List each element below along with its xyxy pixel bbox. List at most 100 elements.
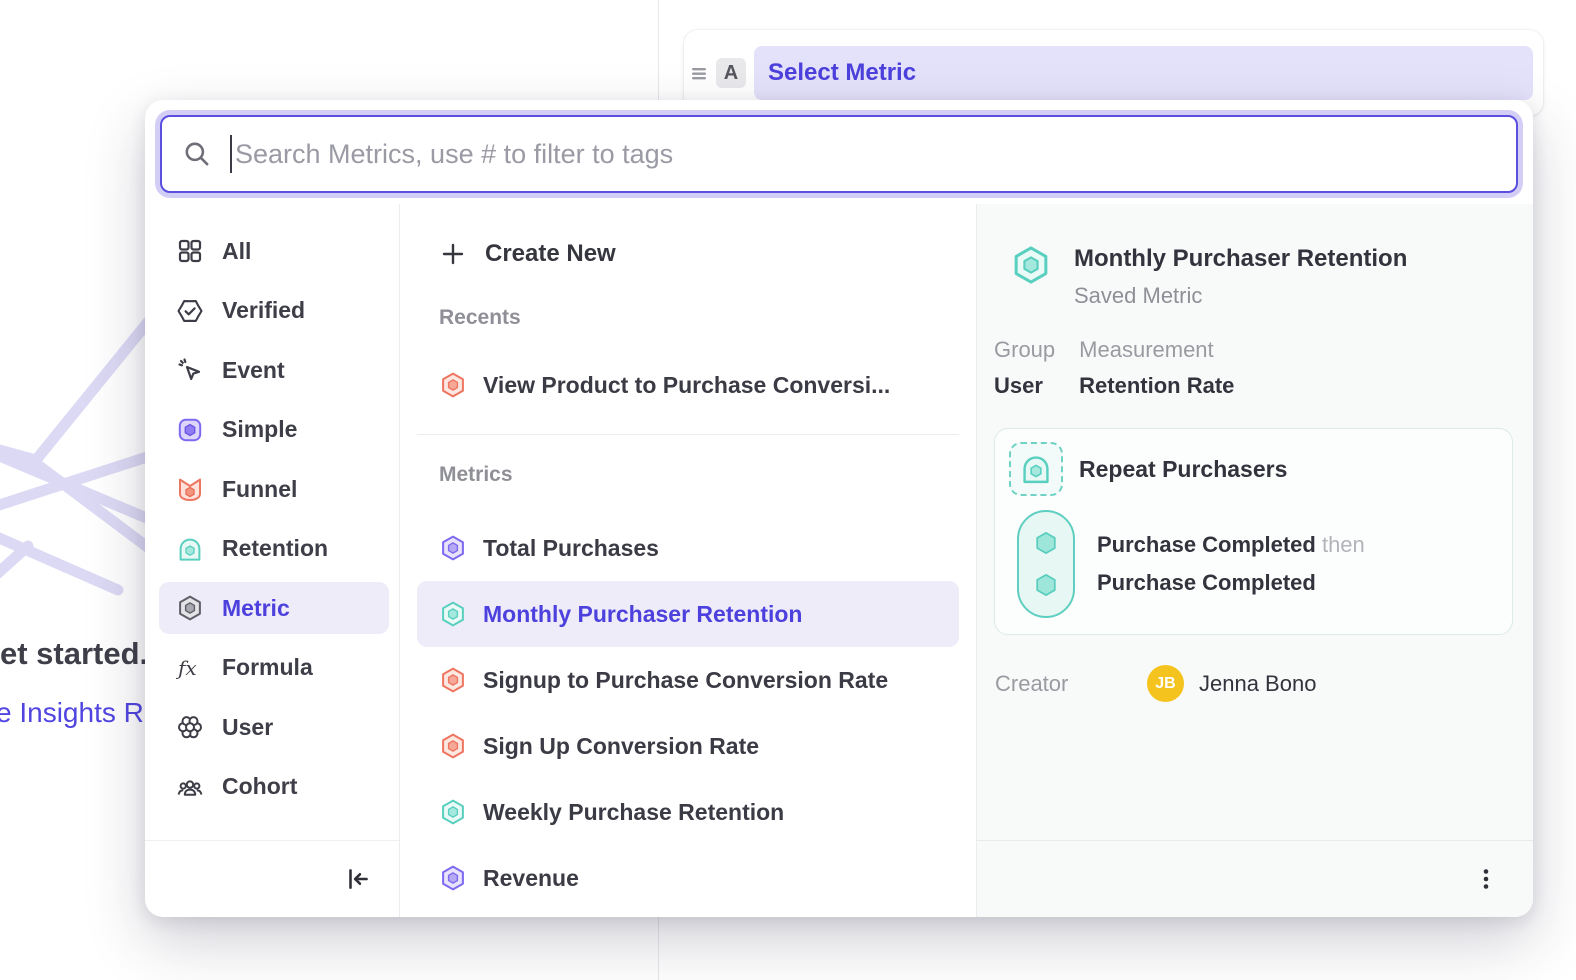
metric-title: Monthly Purchaser Retention (1074, 244, 1407, 274)
sidebar-item-label: Formula (222, 654, 313, 681)
hexagon-icon (439, 371, 467, 399)
metric-list-item-label: Sign Up Conversion Rate (483, 733, 759, 760)
sidebar-item-retention[interactable]: Retention (159, 523, 389, 575)
insights-report-link-fragment[interactable]: e Insights Re (0, 697, 159, 729)
kebab-menu-icon[interactable] (1473, 866, 1499, 892)
measurement-value: Retention Rate (1079, 372, 1234, 400)
create-new-label: Create New (485, 240, 616, 268)
sidebar-item-funnel[interactable]: Funnel (159, 463, 389, 515)
search-box[interactable] (160, 115, 1518, 193)
funnel-step: Purchase Completed then (1097, 530, 1365, 560)
hexagon-icon (439, 732, 467, 760)
hexagon-icon (1031, 570, 1061, 600)
metric-list-item[interactable]: Sign Up Conversion Rate (417, 713, 959, 779)
hexagon-icon (439, 798, 467, 826)
sidebar-item-label: Cohort (222, 773, 297, 800)
filter-list: All Verified Event Simple Funnel Retention Met… (145, 204, 399, 840)
retention-icon (176, 535, 204, 563)
text-caret (230, 135, 232, 173)
sidebar-item-label: Funnel (222, 476, 297, 503)
search-area (145, 100, 1533, 193)
collapse-left-icon[interactable] (343, 864, 373, 894)
group-value: User (994, 372, 1055, 400)
metric-list-item-label: Revenue (483, 865, 579, 892)
definition-name: Repeat Purchasers (1079, 456, 1287, 483)
step-connector: then (1316, 532, 1365, 557)
hexagon-icon (439, 600, 467, 628)
recent-item-label: View Product to Purchase Conversi... (483, 372, 890, 399)
creator-label: Creator (995, 671, 1147, 697)
user-icon (176, 713, 204, 741)
creator-row: Creator JB Jenna Bono (994, 665, 1513, 702)
hexagon-icon (439, 798, 467, 826)
svg-text:ƒx: ƒx (176, 656, 197, 680)
sidebar-item-simple[interactable]: Simple (159, 404, 389, 456)
sidebar-item-label: Metric (222, 595, 290, 622)
creator-name: Jenna Bono (1199, 671, 1316, 697)
metric-list-panel: Create New Recents View Product to Purch… (400, 204, 977, 917)
app-root: et started. e Insights Re A Select Metri… (0, 0, 1576, 980)
hexagon-icon (439, 864, 467, 892)
steps-capsule (1017, 510, 1075, 618)
details-content: Monthly Purchaser Retention Saved Metric… (977, 204, 1533, 840)
definition-card: Repeat Purchasers Purcha (994, 428, 1513, 635)
search-input[interactable] (235, 139, 1496, 170)
hexagon-icon (439, 534, 467, 562)
metric-list-item[interactable]: Monthly Purchaser Retention (417, 581, 959, 647)
sidebar-item-label: Simple (222, 416, 297, 443)
sidebar-item-event[interactable]: Event (159, 344, 389, 396)
metric-list-item[interactable]: Total Purchases (417, 515, 959, 581)
measurement-label: Measurement (1079, 336, 1234, 364)
sidebar-item-user[interactable]: User (159, 701, 389, 753)
sidebar-item-all[interactable]: All (159, 225, 389, 277)
metric-list-item[interactable]: Weekly Purchase Retention (417, 779, 959, 845)
sidebar-item-label: Retention (222, 535, 328, 562)
filter-sidebar: All Verified Event Simple Funnel Retention Met… (145, 204, 400, 917)
hexagon-icon (439, 600, 467, 628)
metric-type-label: Saved Metric (1074, 282, 1407, 310)
metric-list-item-label: Weekly Purchase Retention (483, 799, 784, 826)
list-divider (417, 434, 959, 435)
group-meta: Group User (994, 336, 1055, 400)
hexagon-icon (176, 594, 204, 622)
recents-list: View Product to Purchase Conversi... (417, 352, 959, 418)
sidebar-item-label: All (222, 238, 251, 265)
details-footer (977, 840, 1533, 917)
step-lines: Purchase Completed thenPurchase Complete… (1097, 510, 1365, 618)
create-new-button[interactable]: Create New (417, 226, 959, 282)
sidebar-item-verified[interactable]: Verified (159, 285, 389, 337)
select-metric-button[interactable]: Select Metric (754, 46, 1533, 100)
definition-header: Repeat Purchasers (1009, 442, 1498, 496)
grid-icon (176, 237, 204, 265)
background-headline-fragment: et started. (0, 636, 148, 672)
funnel-icon (176, 475, 204, 503)
metrics-header: Metrics (439, 463, 959, 487)
funnel-step: Purchase Completed (1097, 568, 1365, 598)
avatar: JB (1147, 665, 1184, 702)
hexagon-icon (1010, 244, 1052, 310)
recent-item[interactable]: View Product to Purchase Conversi... (417, 352, 959, 418)
metric-details-panel: Monthly Purchaser Retention Saved Metric… (977, 204, 1533, 917)
details-header: Monthly Purchaser Retention Saved Metric (994, 244, 1513, 310)
metrics-list: Total Purchases Monthly Purchaser Retenti… (417, 515, 959, 911)
sidebar-item-cohort[interactable]: Cohort (159, 761, 389, 813)
hexagon-icon (439, 732, 467, 760)
popover-body: All Verified Event Simple Funnel Retention Met… (145, 204, 1533, 917)
metric-list-item-label: Total Purchases (483, 535, 659, 562)
row-label-badge: A (716, 58, 746, 88)
metric-list-item[interactable]: Signup to Purchase Conversion Rate (417, 647, 959, 713)
search-icon (182, 139, 212, 169)
sidebar-item-formula[interactable]: ƒx Formula (159, 642, 389, 694)
cohort-icon (176, 773, 204, 801)
plus-icon (439, 240, 467, 268)
metric-list-item[interactable]: Revenue (417, 845, 959, 911)
hexagon-icon (439, 371, 467, 399)
measurement-meta: Measurement Retention Rate (1079, 336, 1234, 400)
verified-icon (176, 297, 204, 325)
metric-select-popover: All Verified Event Simple Funnel Retention Met… (145, 100, 1533, 917)
metric-meta: Group User Measurement Retention Rate (994, 336, 1513, 400)
hexagon-icon (439, 864, 467, 892)
drag-handle-icon[interactable] (690, 58, 708, 88)
sidebar-item-metric[interactable]: Metric (159, 582, 389, 634)
simple-icon (176, 416, 204, 444)
